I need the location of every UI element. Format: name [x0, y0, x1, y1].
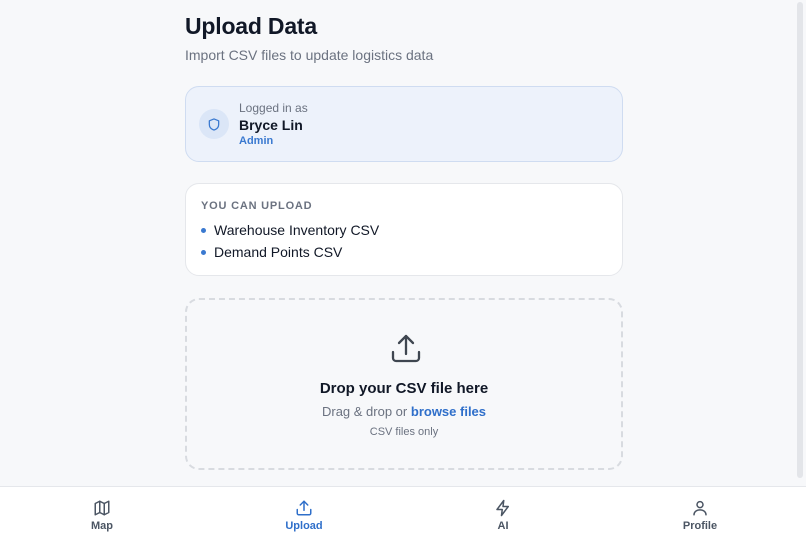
nav-label: Map — [91, 520, 113, 532]
dropzone-hint: Drag & drop or browse files — [187, 404, 621, 419]
upload-page: Upload Data Import CSV files to update l… — [0, 0, 806, 544]
page-subtitle: Import CSV files to update logistics dat… — [185, 47, 434, 63]
dropzone-hint-text: Drag & drop or — [321, 404, 408, 419]
user-name: Bryce Lin — [239, 117, 303, 133]
upload-icon — [296, 500, 312, 516]
dropzone-note: CSV files only — [369, 426, 439, 438]
nav-label: Upload — [285, 520, 323, 532]
shield-icon — [199, 109, 229, 139]
map-icon — [94, 500, 110, 516]
nav-item-profile[interactable]: Profile — [660, 487, 740, 544]
bullet-icon — [201, 227, 206, 233]
upload-type-label: Warehouse Inventory CSV — [214, 222, 380, 238]
logged-in-card: Logged in as Bryce Lin Admin — [185, 86, 623, 162]
upload-icon — [391, 334, 421, 363]
nav-item-ai[interactable]: AI — [463, 487, 543, 544]
bullet-icon — [201, 249, 206, 255]
nav-label: Profile — [682, 520, 718, 532]
scrollbar-thumb[interactable] — [797, 2, 803, 478]
page-title: Upload Data — [185, 13, 317, 39]
user-role-badge: Admin — [239, 135, 274, 147]
upload-types-card: YOU CAN UPLOAD Warehouse Inventory CSV D… — [185, 183, 623, 276]
upload-types-heading: YOU CAN UPLOAD — [201, 200, 313, 212]
upload-type-label: Demand Points CSV — [214, 244, 343, 260]
bottom-nav: Map Upload AI Profile — [0, 486, 806, 544]
csv-dropzone[interactable]: Drop your CSV file here Drag & drop or b… — [185, 298, 623, 470]
nav-item-upload[interactable]: Upload — [264, 487, 344, 544]
logged-in-label: Logged in as — [239, 101, 308, 115]
dropzone-title: Drop your CSV file here — [319, 380, 489, 397]
nav-label: AI — [497, 520, 509, 532]
browse-files-link[interactable]: browse files — [411, 404, 486, 419]
user-icon — [693, 500, 707, 516]
scrollbar[interactable] — [796, 0, 806, 486]
list-item: Warehouse Inventory CSV — [201, 222, 379, 238]
bolt-icon — [496, 499, 509, 517]
nav-item-map[interactable]: Map — [62, 487, 142, 544]
list-item: Demand Points CSV — [201, 244, 342, 260]
